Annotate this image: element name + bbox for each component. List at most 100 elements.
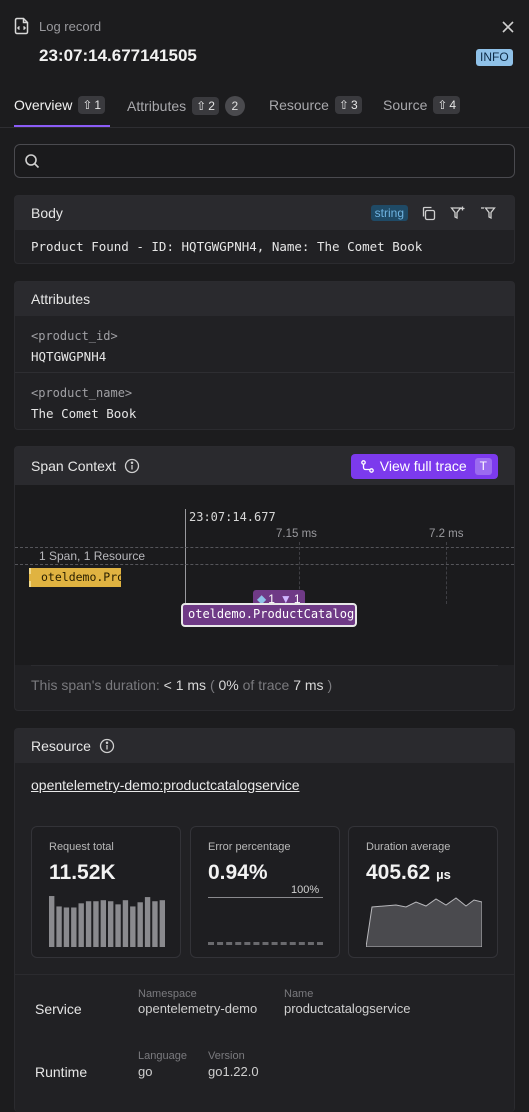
attribute-value: HQTGWGPNH4 (31, 349, 107, 364)
count-badge: 2 (224, 96, 245, 116)
stat-unit: µs (436, 867, 451, 882)
search-icon (24, 153, 40, 172)
body-title: Body (31, 205, 63, 221)
request-bar (115, 904, 121, 947)
attributes-panel-header: Attributes (15, 282, 514, 316)
tab-source[interactable]: Source ⇧ 4 (383, 96, 461, 114)
tab-resource-label: Resource (269, 97, 329, 113)
tab-attributes[interactable]: Attributes ⇧ 2 2 (127, 96, 245, 116)
shift-icon: ⇧ (196, 99, 207, 113)
request-bar (137, 902, 143, 947)
stat-card-duration-average[interactable]: Duration average 405.62 µs (348, 826, 498, 958)
body-panel: Body string Product Found - ID: HQTGWGPN… (14, 195, 515, 264)
span-context-header: Span Context View full trace T (15, 447, 514, 485)
log-file-icon (14, 17, 30, 35)
body-panel-header: Body string (15, 196, 514, 230)
request-bar (63, 907, 70, 947)
tab-overview-label: Overview (14, 97, 73, 113)
resource-panel-header: Resource (15, 729, 514, 763)
span-context-panel: Span Context View full trace T 23:07:14.… (14, 446, 515, 711)
shortcut-badge: ⇧ 3 (334, 96, 362, 114)
timeline-divider (15, 564, 514, 565)
language-value: go (138, 1064, 153, 1079)
service-label: Service (35, 1001, 82, 1017)
duration-value: < 1 ms (163, 677, 207, 693)
attribute-key: <product_name> (31, 386, 133, 400)
name-value: productcatalogservice (284, 1001, 411, 1016)
stat-value: 405.62 µs (366, 861, 451, 884)
stat-label: Duration average (366, 841, 451, 853)
view-full-trace-button[interactable]: View full trace T (350, 453, 498, 479)
attribute-row: <product_id> HQTGWGPNH4 (15, 316, 514, 373)
attributes-panel: Attributes <product_id> HQTGWGPNH4 <prod… (14, 281, 515, 430)
span-bar-parent[interactable]: oteldemo.Pro (29, 568, 121, 587)
shift-icon: ⇧ (82, 98, 93, 112)
request-bar (85, 901, 92, 947)
tick-label: 7.15 ms (276, 528, 317, 540)
shift-icon: ⇧ (437, 98, 448, 112)
panel-title: Log record (39, 19, 102, 34)
runtime-label: Runtime (35, 1064, 88, 1080)
namespace-value: opentelemetry-demo (138, 1001, 258, 1016)
language-label: Language (138, 1050, 187, 1062)
name-label: Name (284, 988, 314, 1000)
request-sparkline (49, 896, 165, 947)
stat-card-error-percentage[interactable]: Error percentage 0.94% 100% (190, 826, 340, 958)
tab-active-indicator (14, 125, 110, 127)
tab-resource[interactable]: Resource ⇧ 3 (269, 96, 362, 114)
severity-badge: INFO (476, 49, 513, 66)
shortcut-badge: ⇧ 2 (192, 97, 219, 115)
version-label: Version (208, 1050, 245, 1062)
request-bar (56, 906, 62, 947)
tab-source-label: Source (383, 97, 428, 113)
duration-percent: 0% (218, 677, 239, 693)
span-bar-current[interactable]: oteldemo.ProductCatalogS (181, 603, 357, 627)
search-input[interactable] (49, 151, 499, 171)
stat-value: 0.94% (208, 861, 268, 884)
request-bar (144, 897, 151, 947)
filter-remove-icon[interactable] (478, 203, 498, 223)
time-cursor-line (185, 509, 186, 603)
request-bar (93, 901, 99, 947)
cursor-time-label: 23:07:14.677 (189, 510, 276, 524)
tick-label: 7.2 ms (429, 528, 464, 540)
stat-value: 11.52K (49, 861, 116, 884)
version-value: go1.22.0 (208, 1064, 259, 1079)
attributes-title: Attributes (31, 291, 91, 307)
request-bar (78, 903, 84, 947)
attribute-row: <product_name> The Comet Book (15, 373, 514, 430)
span-duration-text: This span's duration: < 1 ms ( 0% of tra… (31, 677, 333, 693)
request-bar (152, 901, 158, 947)
span-timeline[interactable]: 23:07:14.677 7.15 ms 7.2 ms 1 Span, 1 Re… (15, 485, 514, 666)
copy-icon[interactable] (418, 203, 438, 223)
max-line (208, 897, 323, 898)
max-label: 100% (291, 884, 320, 896)
attribute-value: The Comet Book (31, 406, 137, 421)
stat-card-request-total[interactable]: Request total 11.52K (31, 826, 181, 958)
info-icon[interactable] (122, 456, 142, 476)
attribute-key: <product_id> (31, 329, 118, 343)
tab-overview[interactable]: Overview ⇧ 1 (14, 96, 106, 114)
request-bar (122, 900, 129, 947)
request-bar (159, 900, 165, 947)
tab-attributes-label: Attributes (127, 98, 187, 114)
namespace-label: Namespace (138, 988, 197, 1000)
timeline-footer-divider (31, 665, 498, 666)
filter-add-icon[interactable] (448, 203, 468, 223)
stat-label: Error percentage (208, 841, 291, 853)
resource-link[interactable]: opentelemetry-demo:productcatalogservice (31, 777, 299, 793)
trace-duration: 7 ms (293, 677, 324, 693)
service-divider (15, 974, 514, 975)
search-box[interactable] (14, 144, 515, 178)
trace-summary: 1 Span, 1 Resource (39, 549, 146, 563)
error-baseline (208, 942, 323, 946)
close-icon[interactable] (500, 19, 516, 35)
tick-line (446, 542, 447, 604)
tab-bar: Overview ⇧ 1 Attributes ⇧ 2 2 Resource ⇧ 3 … (0, 92, 529, 128)
type-badge: string (370, 205, 408, 221)
shortcut-badge: T (474, 457, 492, 475)
shift-icon: ⇧ (338, 98, 349, 112)
info-icon[interactable] (97, 736, 117, 756)
request-bar (49, 896, 55, 947)
log-timestamp: 23:07:14.677141505 (39, 46, 197, 65)
